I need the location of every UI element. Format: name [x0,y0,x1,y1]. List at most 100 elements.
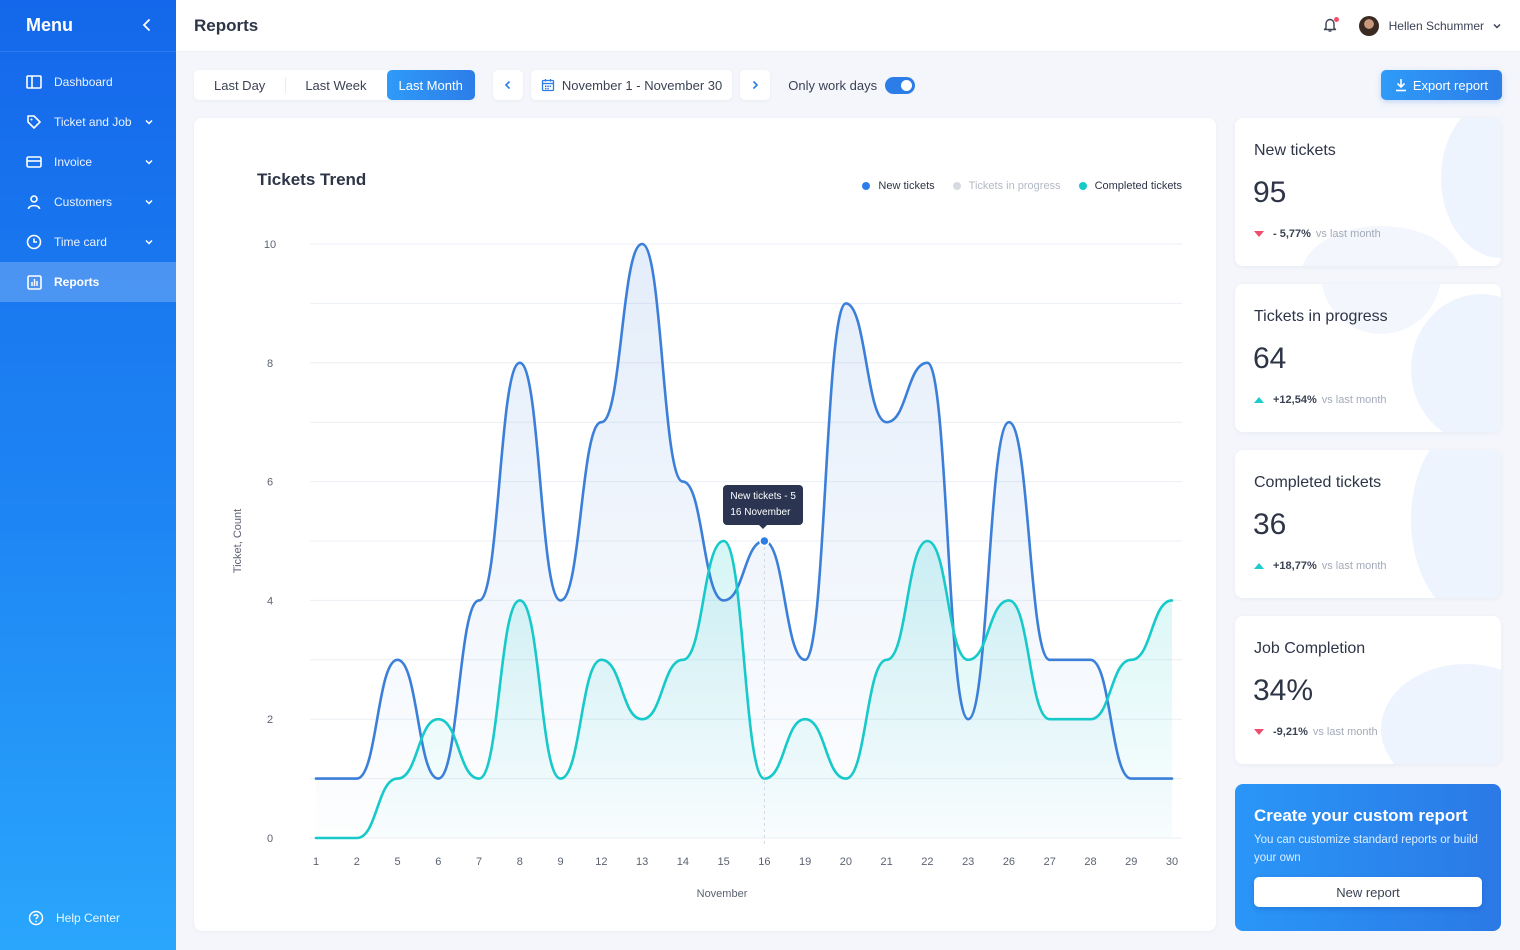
stat-change: - 5,77% vs last month [1254,228,1381,240]
report-toolbar: Last Day Last Week Last Month November 1… [194,70,1502,100]
page-title: Reports [194,15,259,35]
chart-tooltip: New tickets - 5 16 November [723,485,803,529]
work-days-toggle[interactable] [885,76,916,94]
promo-text: You can customize standard reports or bu… [1254,834,1478,864]
x-tick-label: 14 [677,856,689,868]
tooltip-line-2: 16 November [730,507,791,518]
sidebar-item-label: Dashboard [54,75,113,89]
change-value: -9,21% [1273,726,1308,738]
stat-card-job-completion: Job Completion 34% -9,21% vs last month [1235,616,1501,764]
credit-card-icon [26,154,42,170]
x-tick-label: 26 [1003,856,1015,868]
layout-icon [26,74,42,90]
export-report-button[interactable]: Export report [1380,70,1502,100]
legend-completed-tickets[interactable]: Completed tickets [1078,180,1182,192]
decorative-blob [1441,118,1501,258]
work-days-label: Only work days [788,77,878,93]
x-tick-label: 1 [313,856,319,868]
legend-new-tickets[interactable]: New tickets [862,180,935,192]
legend-label: New tickets [878,180,935,192]
x-tick-label: 30 [1166,856,1178,868]
tooltip-line-1: New tickets - 5 [730,491,796,502]
date-range-picker[interactable]: November 1 - November 30 [530,70,733,100]
period-selector: Last Day Last Week Last Month [194,70,475,100]
calendar-icon [541,78,555,92]
x-axis-label: November [697,888,748,900]
y-tick-label: 4 [267,595,273,607]
avatar [1358,15,1379,36]
date-range-label: November 1 - November 30 [561,77,723,93]
toggle-knob [901,79,913,91]
sidebar: Menu Dashboard Ticket and Job Invoice Cu… [0,0,176,950]
y-tick-label: 2 [267,714,273,726]
period-last-month[interactable]: Last Month [386,70,475,100]
y-tick-label: 10 [264,239,276,251]
legend-dot [862,182,871,190]
sidebar-item-dashboard[interactable]: Dashboard [0,62,176,102]
user-icon [26,194,42,210]
x-tick-label: 19 [799,856,811,868]
x-tick-label: 2 [354,856,360,868]
help-center-link[interactable]: Help Center [28,910,120,926]
y-tick-label: 0 [267,833,273,845]
x-tick-label: 23 [962,856,974,868]
custom-report-promo: Create your custom report You can custom… [1235,784,1501,931]
collapse-sidebar-button[interactable] [142,17,152,35]
legend-dot [952,182,961,190]
legend-tickets-in-progress[interactable]: Tickets in progress [952,180,1061,192]
new-report-button[interactable]: New report [1254,877,1482,907]
user-name: Hellen Schummer [1388,18,1484,33]
help-circle-icon [28,910,44,926]
x-tick-label: 5 [394,856,400,868]
sidebar-item-ticket-and-job[interactable]: Ticket and Job [0,102,176,142]
trend-down-icon [1254,729,1264,735]
x-tick-label: 15 [717,856,729,868]
stat-change: +12,54% vs last month [1254,394,1387,406]
sidebar-item-customers[interactable]: Customers [0,182,176,222]
chart-legend: New tickets Tickets in progress Complete… [844,180,1182,192]
legend-dot [1078,182,1087,190]
sidebar-item-time-card[interactable]: Time card [0,222,176,262]
sidebar-header: Menu [0,0,176,52]
period-last-day[interactable]: Last Day [194,70,285,100]
stat-value: 34% [1253,674,1314,707]
sidebar-item-invoice[interactable]: Invoice [0,142,176,182]
work-days-filter: Only work days [788,76,916,94]
legend-label: Completed tickets [1094,180,1182,192]
topbar: Reports Hellen Schummer [176,0,1520,52]
x-tick-label: 20 [840,856,852,868]
next-period-button[interactable] [740,70,771,100]
sidebar-title: Menu [26,15,73,35]
chevron-down-icon [144,157,154,167]
stat-value: 36 [1253,508,1287,541]
notifications-button[interactable] [1323,16,1339,35]
stat-card-tickets-in-progress: Tickets in progress 64 +12,54% vs last m… [1235,284,1501,432]
chevron-right-icon [753,80,759,90]
help-center-label: Help Center [56,911,121,925]
trend-up-icon [1254,397,1264,403]
x-tick-label: 28 [1084,856,1096,868]
notification-badge [1333,16,1339,22]
user-menu[interactable]: Hellen Schummer [1358,15,1502,36]
x-tick-label: 9 [558,856,564,868]
stat-value: 64 [1253,342,1287,375]
stat-change: -9,21% vs last month [1254,726,1378,738]
stat-change: +18,77% vs last month [1254,560,1387,572]
bar-chart-icon [26,274,42,290]
x-tick-label: 29 [1125,856,1137,868]
sidebar-item-reports[interactable]: Reports [0,262,176,302]
stat-title: New tickets [1254,142,1336,159]
x-tick-label: 13 [636,856,648,868]
previous-period-button[interactable] [492,70,523,100]
sidebar-item-label: Reports [54,275,100,289]
x-tick-label: 12 [595,856,607,868]
period-last-week[interactable]: Last Week [285,70,386,100]
chevron-left-icon [142,18,150,31]
tag-icon [26,114,42,130]
stat-title: Completed tickets [1254,474,1382,491]
stat-title: Tickets in progress [1254,308,1388,325]
x-tick-label: 8 [517,856,523,868]
x-tick-label: 16 [758,856,770,868]
change-value: - 5,77% [1273,228,1311,240]
promo-title: Create your custom report [1254,806,1468,825]
